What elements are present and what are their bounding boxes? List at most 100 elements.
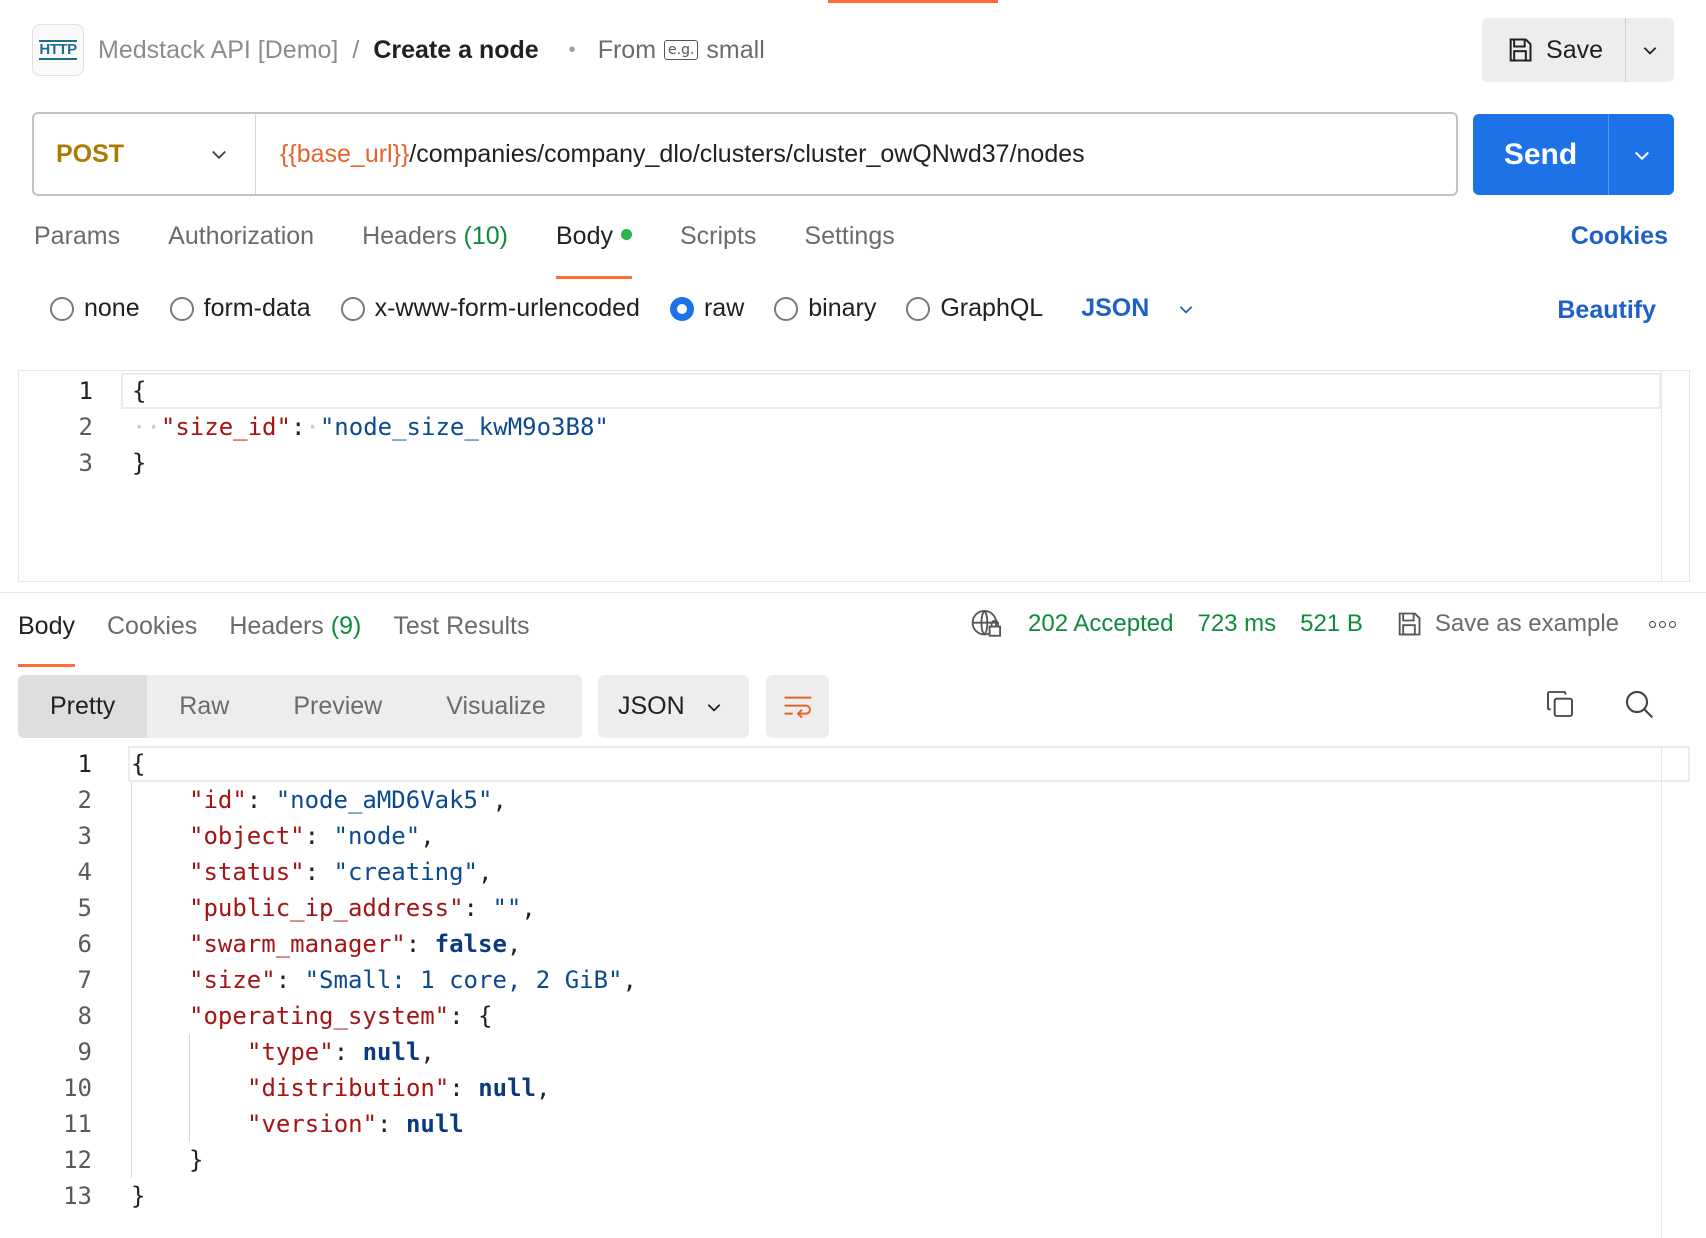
indent-guide [189, 1034, 190, 1142]
tab-settings[interactable]: Settings [804, 222, 894, 251]
send-button[interactable]: Send [1473, 114, 1609, 195]
body-language-label: JSON [1081, 294, 1150, 322]
line-number: 5 [77, 894, 92, 922]
radio-circle [169, 296, 194, 321]
radio-circle [774, 296, 799, 321]
line-number: 10 [63, 1074, 92, 1102]
view-visualize[interactable]: Visualize [414, 675, 578, 738]
url-path: /companies/company_dlo/clusters/cluster_… [409, 139, 1085, 168]
code-line: "distribution": null, [247, 1074, 551, 1102]
method-select[interactable]: POST [34, 114, 256, 194]
send-options-button[interactable] [1609, 114, 1674, 195]
cookies-link[interactable]: Cookies [1571, 222, 1668, 251]
chevron-down-icon [1180, 305, 1193, 314]
save-button[interactable]: Save [1482, 18, 1626, 82]
code-line: { [131, 750, 146, 778]
chevron-down-icon [707, 703, 721, 712]
radio-label: none [84, 294, 140, 322]
example-source[interactable]: From e.g. small [598, 36, 765, 65]
response-format-label: JSON [618, 692, 685, 720]
response-body-viewer[interactable]: 1 2 3 4 5 6 7 8 9 10 11 12 13 { "id": "n… [18, 746, 1690, 1238]
code-line: "operating_system": { [189, 1002, 493, 1030]
from-label: From [597, 35, 657, 64]
response-headers-label: Headers [229, 612, 324, 640]
line-number: 3 [77, 822, 92, 850]
save-as-example-button[interactable]: Save as example [1395, 610, 1619, 638]
tab-scripts[interactable]: Scripts [680, 222, 756, 251]
more-options-icon[interactable] [1649, 620, 1676, 628]
response-format-select[interactable]: JSON [598, 675, 749, 738]
save-options-button[interactable] [1626, 18, 1674, 82]
response-tab-body[interactable]: Body [18, 612, 75, 667]
tab-body-label: Body [556, 222, 613, 250]
response-headers-count: (9) [330, 612, 362, 640]
tab-headers[interactable]: Headers (10) [362, 222, 508, 251]
response-view-selector: Pretty Raw Preview Visualize [18, 675, 582, 738]
line-number: 11 [63, 1110, 92, 1138]
code-line: "object": "node", [189, 822, 435, 850]
radio-none[interactable]: none [50, 294, 140, 323]
line-number: 6 [77, 930, 92, 958]
radio-raw[interactable]: raw [669, 294, 744, 323]
response-tab-headers[interactable]: Headers (9) [229, 612, 361, 641]
radio-label: x-www-form-urlencoded [374, 294, 640, 322]
breadcrumb-separator: / [352, 35, 360, 64]
tab-headers-label: Headers [362, 222, 457, 250]
code-line: } [189, 1146, 204, 1174]
radio-circle [906, 296, 931, 321]
globe-lock-icon[interactable] [970, 608, 1004, 640]
example-icon: e.g. [664, 40, 699, 60]
view-raw[interactable]: Raw [147, 675, 261, 738]
beautify-button[interactable]: Beautify [1557, 296, 1656, 325]
search-icon[interactable] [1623, 688, 1655, 725]
chevron-down-icon [1634, 151, 1649, 160]
wrap-lines-icon [784, 696, 811, 718]
response-size[interactable]: 521 B [1300, 610, 1363, 638]
request-body-editor[interactable]: 1 2 3 { ··"size_id":·"node_size_kwM9o3B8… [18, 370, 1690, 582]
active-tab-indicator [828, 0, 998, 3]
line-number: 3 [78, 449, 93, 477]
response-tab-test-results[interactable]: Test Results [393, 612, 529, 641]
editor-scrollbar[interactable] [1661, 371, 1689, 581]
line-number: 1 [77, 750, 92, 778]
url-bar: POST {{base_url}}/companies/company_dlo/… [32, 112, 1458, 196]
radio-circle [50, 296, 74, 321]
body-language-select[interactable]: JSON [1081, 294, 1195, 323]
body-type-selector: none form-data x-www-form-urlencoded raw… [50, 294, 1195, 323]
request-title[interactable]: Create a node [373, 36, 538, 65]
pane-divider[interactable] [0, 592, 1706, 593]
wrap-lines-button[interactable] [766, 675, 829, 738]
breadcrumb-collection[interactable]: Medstack API [Demo] [98, 36, 338, 65]
radio-binary[interactable]: binary [774, 294, 876, 323]
method-label: POST [56, 139, 125, 168]
radio-form-data[interactable]: form-data [169, 294, 311, 323]
line-number: 7 [77, 966, 92, 994]
tab-body[interactable]: Body [556, 222, 632, 279]
code-line: { [132, 377, 147, 405]
code-line: } [132, 449, 147, 477]
code-line: "status": "creating", [189, 858, 493, 886]
radio-graphql[interactable]: GraphQL [906, 294, 1043, 323]
chevron-down-icon [1643, 47, 1657, 55]
code-line: "version": null [247, 1110, 464, 1138]
status-code[interactable]: 202 Accepted [1028, 610, 1173, 638]
save-as-example-label: Save as example [1434, 610, 1619, 637]
response-time[interactable]: 723 ms [1197, 610, 1276, 638]
copy-icon[interactable] [1544, 688, 1576, 725]
code-line: "id": "node_aMD6Vak5", [189, 786, 507, 814]
view-preview[interactable]: Preview [261, 675, 414, 738]
send-button-group: Send [1473, 114, 1674, 195]
editor-scrollbar[interactable] [1661, 746, 1662, 1238]
url-input[interactable]: {{base_url}}/companies/company_dlo/clust… [280, 140, 1085, 169]
headers-count: (10) [463, 222, 508, 250]
line-number: 2 [77, 786, 92, 814]
line-number: 2 [78, 413, 93, 441]
tab-params[interactable]: Params [34, 222, 120, 251]
radio-urlencoded[interactable]: x-www-form-urlencoded [340, 294, 640, 323]
code-line: } [131, 1182, 146, 1210]
response-tab-cookies[interactable]: Cookies [107, 612, 197, 641]
tab-authorization[interactable]: Authorization [168, 222, 314, 251]
view-pretty[interactable]: Pretty [18, 675, 148, 738]
line-number: 8 [77, 1002, 92, 1030]
response-meta: 202 Accepted 723 ms 521 B Save as exampl… [970, 608, 1676, 640]
